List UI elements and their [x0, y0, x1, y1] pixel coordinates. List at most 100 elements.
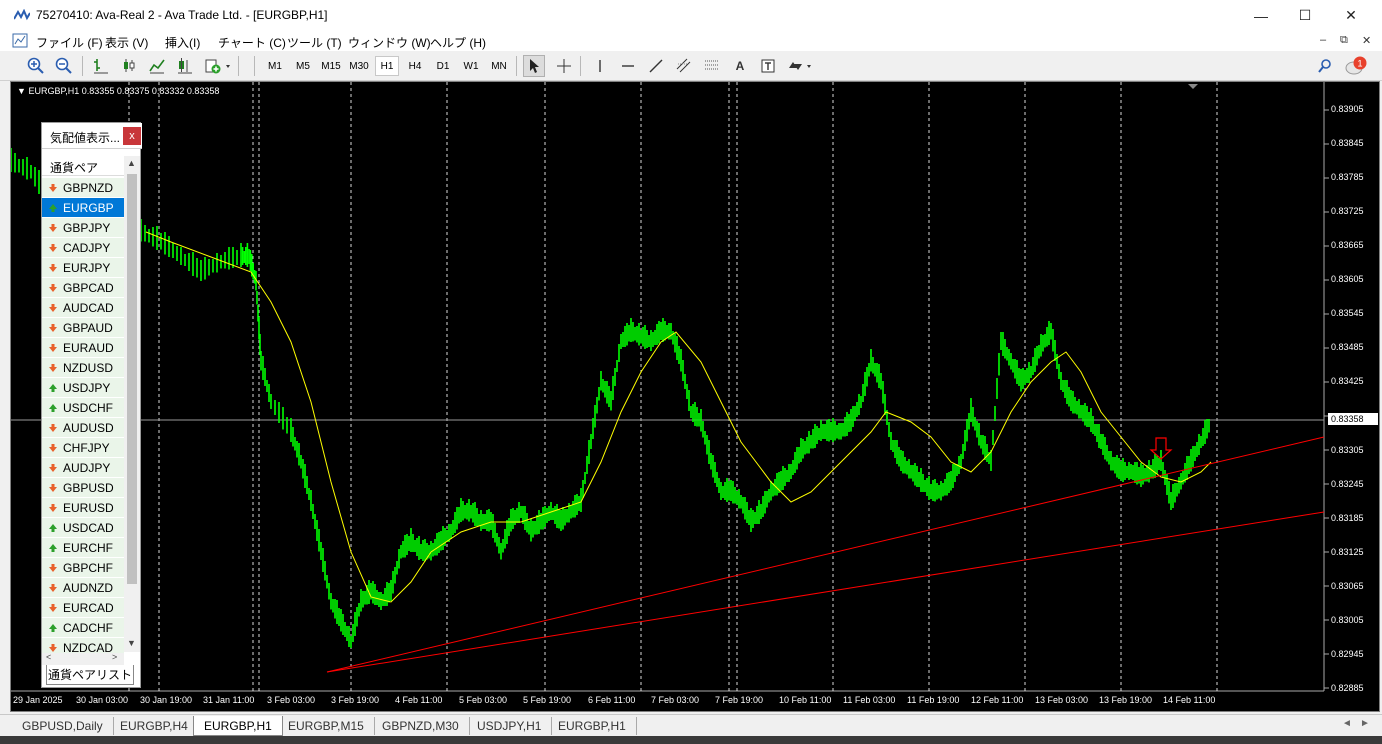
new-order-button[interactable] [202, 55, 234, 77]
symbol-row[interactable]: CHFJPY [42, 438, 124, 458]
symbol-name: AUDNZD [63, 580, 113, 595]
symbol-row[interactable]: USDCHF [42, 398, 124, 418]
chart-tab[interactable]: EURGBP,H1 [548, 717, 637, 735]
market-watch-vertical-scrollbar[interactable]: ▲ ▼ [124, 156, 140, 652]
bar-chart-button[interactable] [90, 55, 112, 77]
symbol-row[interactable]: NZDCAD [42, 638, 124, 653]
symbol-row[interactable]: GBPAUD [42, 318, 124, 338]
timeframe-m30[interactable]: M30 [346, 56, 372, 76]
maximize-button[interactable]: ☐ [1282, 0, 1328, 31]
cursor-button[interactable] [523, 55, 545, 77]
scroll-down-icon[interactable]: ▼ [127, 638, 136, 648]
chart-tabs-bar: GBPUSD,Daily EURGBP,H4 EURGBP,H1 EURGBP,… [0, 714, 1382, 736]
timeframe-d1[interactable]: D1 [430, 56, 456, 76]
notification-button[interactable]: 1 [1343, 55, 1371, 77]
market-watch-horizontal-scrollbar[interactable]: < > [42, 652, 124, 665]
symbol-row[interactable]: GBPCAD [42, 278, 124, 298]
tab-scroll-right-icon[interactable]: ► [1360, 718, 1370, 729]
scrollbar-thumb[interactable] [127, 174, 137, 584]
crosshair-button[interactable] [553, 55, 575, 77]
menu-view[interactable]: 表示 (V) [105, 34, 148, 51]
price-axis-label: 0.83845 [1331, 138, 1364, 148]
fibonacci-button[interactable] [701, 55, 723, 77]
symbol-row[interactable]: NZDUSD [42, 358, 124, 378]
chart-tab[interactable]: EURGBP,H4 [110, 717, 199, 735]
symbol-row[interactable]: AUDCAD [42, 298, 124, 318]
symbol-row[interactable]: AUDUSD [42, 418, 124, 438]
menu-help[interactable]: ヘルプ (H) [430, 34, 486, 51]
zoom-in-button[interactable] [25, 55, 47, 77]
menu-window[interactable]: ウィンドウ (W) [348, 34, 431, 51]
arrow-down-icon [49, 343, 57, 352]
symbol-row[interactable]: USDCAD [42, 518, 124, 538]
arrows-button[interactable] [785, 55, 815, 77]
tab-scroll-left-icon[interactable]: ◄ [1342, 718, 1352, 729]
arrows-icon [789, 62, 811, 70]
chart-tab[interactable]: GBPNZD,M30 [372, 717, 470, 735]
line-chart-button[interactable] [146, 55, 168, 77]
text-icon: A [735, 59, 745, 73]
symbol-row[interactable]: GBPNZD [42, 178, 124, 198]
text-label-button[interactable] [757, 55, 779, 77]
symbol-row[interactable]: EURGBP [42, 198, 124, 218]
price-chart[interactable] [11, 82, 1381, 713]
close-button[interactable]: ✕ [1328, 0, 1374, 31]
time-axis-label: 3 Feb 03:00 [267, 695, 316, 705]
scroll-up-icon[interactable]: ▲ [127, 158, 136, 168]
symbol-row[interactable]: CADCHF [42, 618, 124, 638]
timeframe-w1[interactable]: W1 [458, 56, 484, 76]
trendline-button[interactable] [645, 55, 667, 77]
chart-tab[interactable]: USDJPY,H1 [467, 717, 553, 735]
chart-area[interactable]: ▼ EURGBP,H1 0.83355 0.83375 0.83332 0.83… [10, 81, 1380, 712]
timeframe-h4[interactable]: H4 [402, 56, 428, 76]
timeframe-m1[interactable]: M1 [262, 56, 288, 76]
chart-shift-button[interactable] [174, 55, 196, 77]
symbol-row[interactable]: EURJPY [42, 258, 124, 278]
mdi-minimize-button[interactable]: – [1320, 34, 1326, 46]
symbol-row[interactable]: USDJPY [42, 378, 124, 398]
symbol-name: EURAUD [63, 340, 114, 355]
symbol-row[interactable]: AUDNZD [42, 578, 124, 598]
toolbar-separator [516, 56, 517, 76]
vertical-line-button[interactable] [589, 55, 611, 77]
mdi-close-button[interactable]: ✕ [1362, 34, 1371, 47]
symbol-column-header[interactable]: 通貨ペア [42, 156, 124, 176]
symbol-row[interactable]: EURCAD [42, 598, 124, 618]
symbols-tab[interactable]: 通貨ペアリスト [46, 665, 134, 685]
chart-tab[interactable]: GBPUSD,Daily [12, 717, 114, 735]
timeframe-m15[interactable]: M15 [318, 56, 344, 76]
chart-tab-active[interactable]: EURGBP,H1 [193, 716, 283, 736]
symbol-row[interactable]: EURUSD [42, 498, 124, 518]
symbol-row[interactable]: GBPCHF [42, 558, 124, 578]
symbol-row[interactable]: CADJPY [42, 238, 124, 258]
scroll-right-icon[interactable]: > [112, 652, 117, 662]
horizontal-line-button[interactable] [617, 55, 639, 77]
menu-file[interactable]: ファイル (F) [36, 34, 103, 51]
menu-tools[interactable]: ツール (T) [287, 34, 342, 51]
timeframe-h1[interactable]: H1 [375, 56, 399, 76]
timeframe-mn[interactable]: MN [486, 56, 512, 76]
text-button[interactable]: A [729, 55, 751, 77]
zoom-out-button[interactable] [53, 55, 75, 77]
search-button[interactable] [1314, 55, 1336, 77]
equidistant-channel-button[interactable] [673, 55, 695, 77]
price-axis-label: 0.83665 [1331, 240, 1364, 250]
timeframe-m5[interactable]: M5 [290, 56, 316, 76]
mdi-restore-button[interactable]: ⧉ [1340, 34, 1348, 47]
scroll-left-icon[interactable]: < [46, 652, 51, 662]
chart-tab[interactable]: EURGBP,M15 [278, 717, 375, 735]
horizontal-line-icon [622, 65, 634, 67]
minimize-button[interactable]: — [1238, 0, 1284, 31]
market-watch-titlebar[interactable]: 気配値表示... x [42, 123, 142, 149]
symbol-row[interactable]: AUDJPY [42, 458, 124, 478]
symbol-row[interactable]: GBPJPY [42, 218, 124, 238]
fibonacci-icon [705, 60, 719, 70]
menu-chart[interactable]: チャート (C) [218, 34, 286, 51]
symbol-row[interactable]: GBPUSD [42, 478, 124, 498]
symbol-row[interactable]: EURAUD [42, 338, 124, 358]
trendline-lower [326, 511, 1325, 673]
market-watch-close-button[interactable]: x [123, 127, 141, 145]
menu-insert[interactable]: 挿入(I) [165, 34, 200, 51]
symbol-row[interactable]: EURCHF [42, 538, 124, 558]
candle-chart-button[interactable] [118, 55, 140, 77]
